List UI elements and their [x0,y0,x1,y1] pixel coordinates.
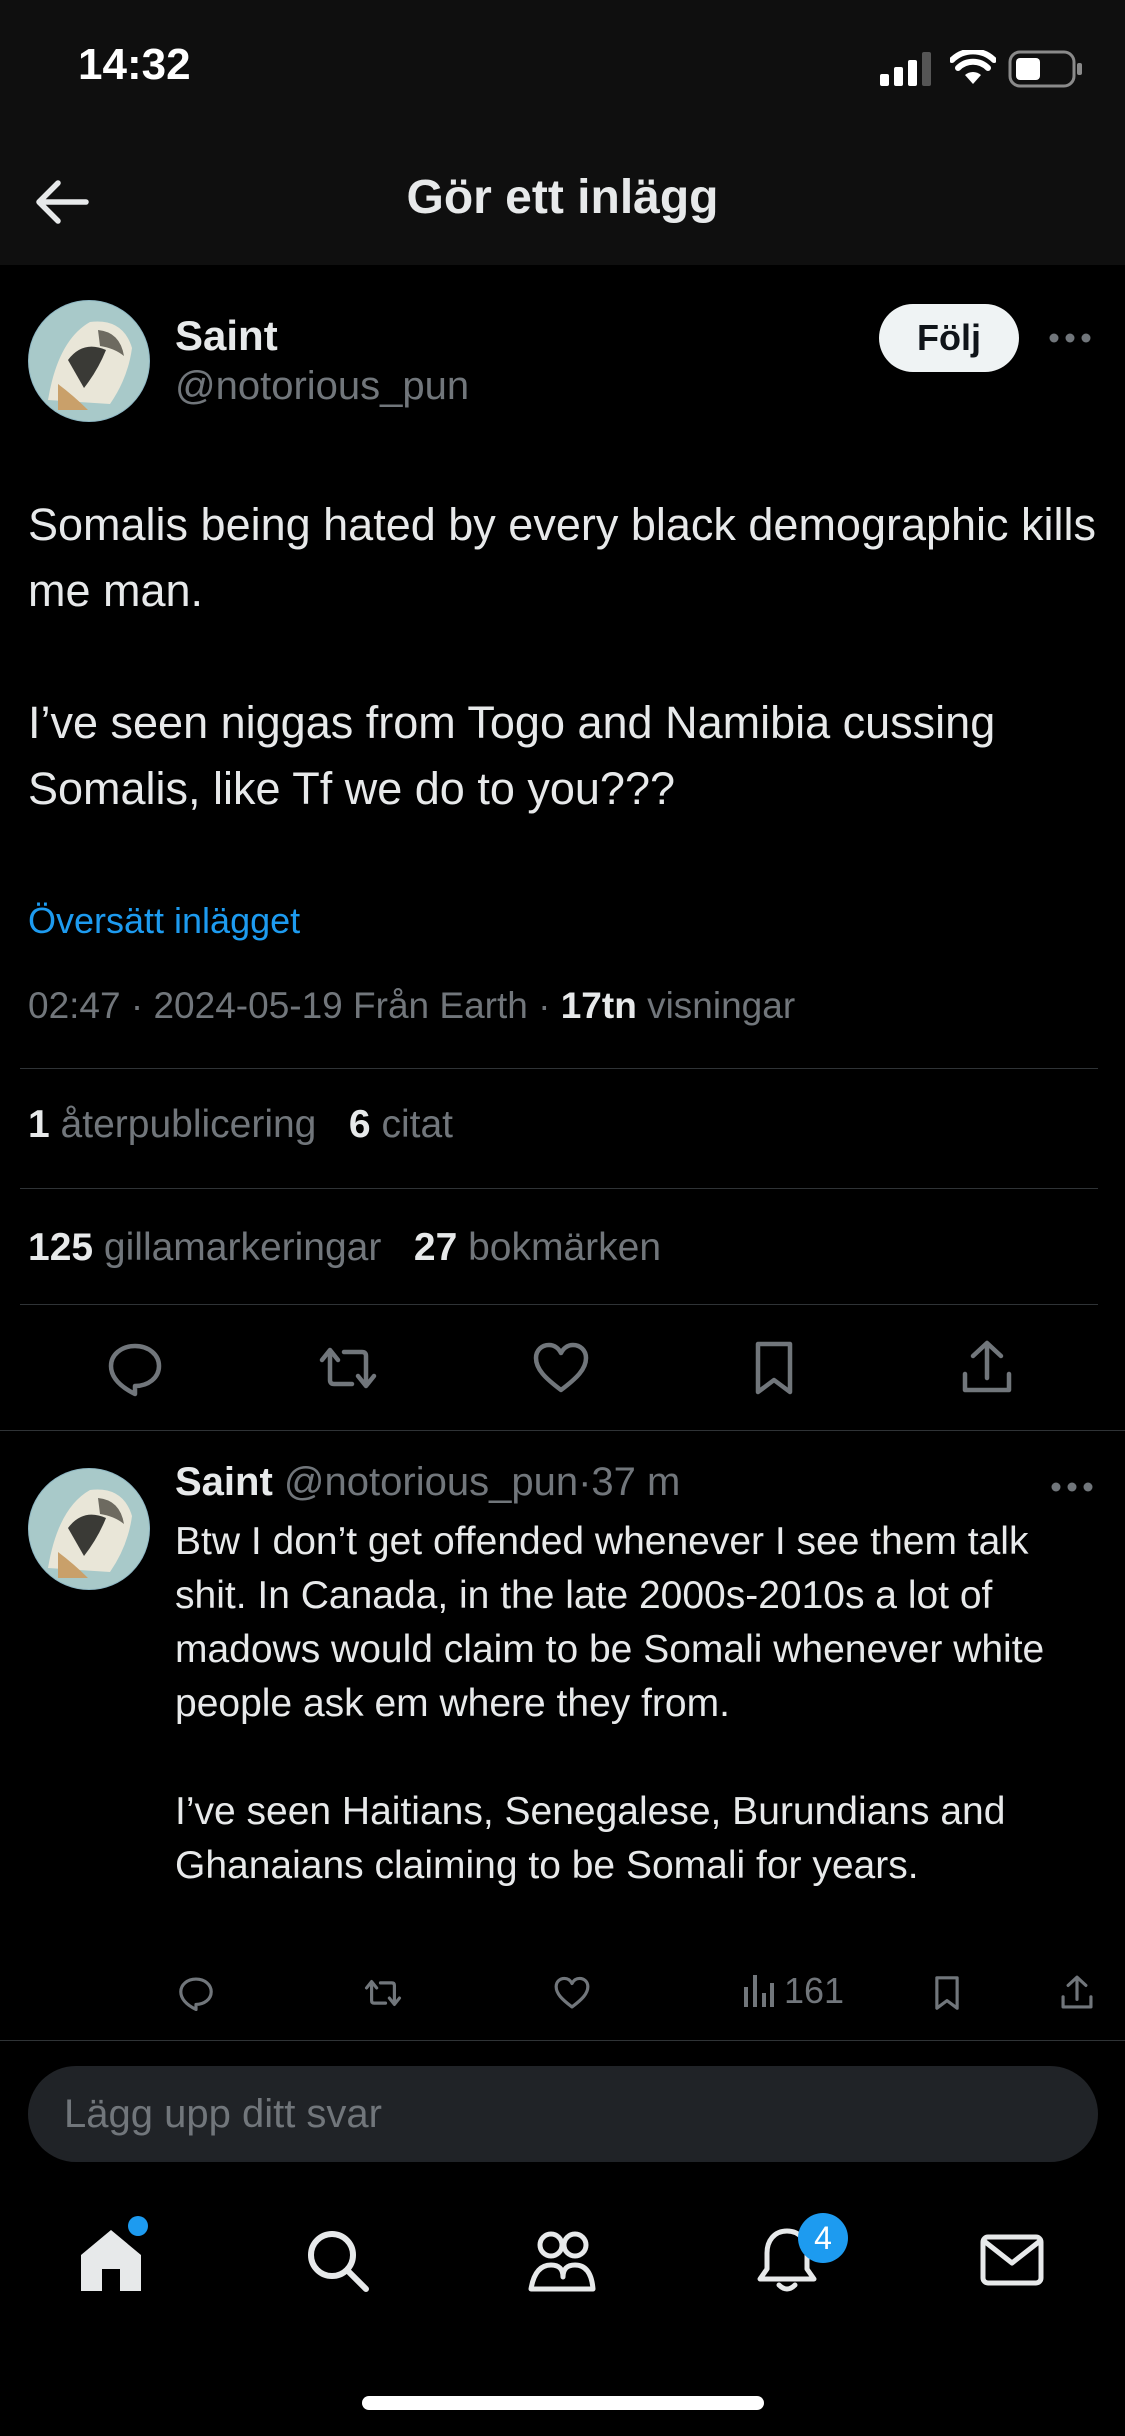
repost-stats[interactable]: 1 återpublicering 6 citat [28,1103,453,1147]
reply-icon[interactable] [105,1338,165,1398]
reply-compose-field[interactable]: Lägg upp ditt svar [28,2066,1098,2162]
messages-icon[interactable] [977,2225,1047,2295]
reply-views-count: 161 [784,1970,845,2011]
status-time: 14:32 [78,40,191,89]
views-icon [744,1975,774,2007]
follow-button[interactable]: Följ [879,304,1019,372]
search-icon[interactable] [302,2225,372,2295]
post-date: 2024-05-19 [153,985,343,1026]
status-bar: 14:32 [0,0,1125,140]
divider [0,1430,1125,1431]
reply-handle[interactable]: @notorious_pun [284,1460,578,1504]
post-source: Från Earth [353,985,528,1026]
reply-reply-icon[interactable] [177,1974,215,2012]
reply-share-icon[interactable] [1058,1974,1096,2012]
reply-bookmark-icon[interactable] [928,1974,966,2012]
home-indicator[interactable] [362,2396,764,2410]
wifi-icon [950,50,996,84]
avatar[interactable] [28,300,150,422]
author-handle[interactable]: @notorious_pun [175,364,469,409]
header: Gör ett inlägg [0,140,1125,265]
reply-avatar[interactable] [28,1468,150,1590]
divider [20,1304,1098,1305]
divider [0,2040,1125,2041]
compose-placeholder: Lägg upp ditt svar [64,2092,382,2136]
post-text: Somalis being hated by every black demog… [28,499,1097,814]
notifications-badge: 4 [798,2213,848,2263]
home-unread-dot [128,2216,148,2236]
share-icon[interactable] [957,1338,1017,1398]
repost-icon[interactable] [318,1338,378,1398]
reply-more-icon[interactable] [1050,1481,1094,1493]
bookmark-icon[interactable] [744,1338,804,1398]
more-icon[interactable] [1048,332,1092,344]
page-title: Gör ett inlägg [406,171,719,224]
like-icon[interactable] [531,1338,591,1398]
post-meta: 02:47 · 2024-05-19 Från Earth · 17tn vis… [28,985,796,1026]
like-stats[interactable]: 125 gillamarkeringar 27 bokmärken [28,1226,661,1270]
views-count: 17tn [560,985,637,1026]
reply-header: Saint @notorious_pun·37 m [175,1460,681,1504]
reply-like-icon[interactable] [553,1974,591,2012]
reply-age: 37 m [591,1460,681,1504]
reply-text: Btw I don’t get offended whenever I see … [175,1520,1045,1887]
reply-author-name[interactable]: Saint [175,1460,273,1504]
author-name[interactable]: Saint [175,312,278,360]
views-label: visningar [647,985,796,1026]
signal-icon [880,52,931,86]
translate-link[interactable]: Översätt inlägget [28,900,300,942]
reply-views[interactable]: 161 [744,1970,844,2012]
divider [20,1188,1098,1189]
battery-icon [1008,50,1082,88]
communities-icon[interactable] [527,2225,597,2295]
divider [20,1068,1098,1069]
post-time: 02:47 [28,985,121,1026]
reply-repost-icon[interactable] [364,1974,402,2012]
